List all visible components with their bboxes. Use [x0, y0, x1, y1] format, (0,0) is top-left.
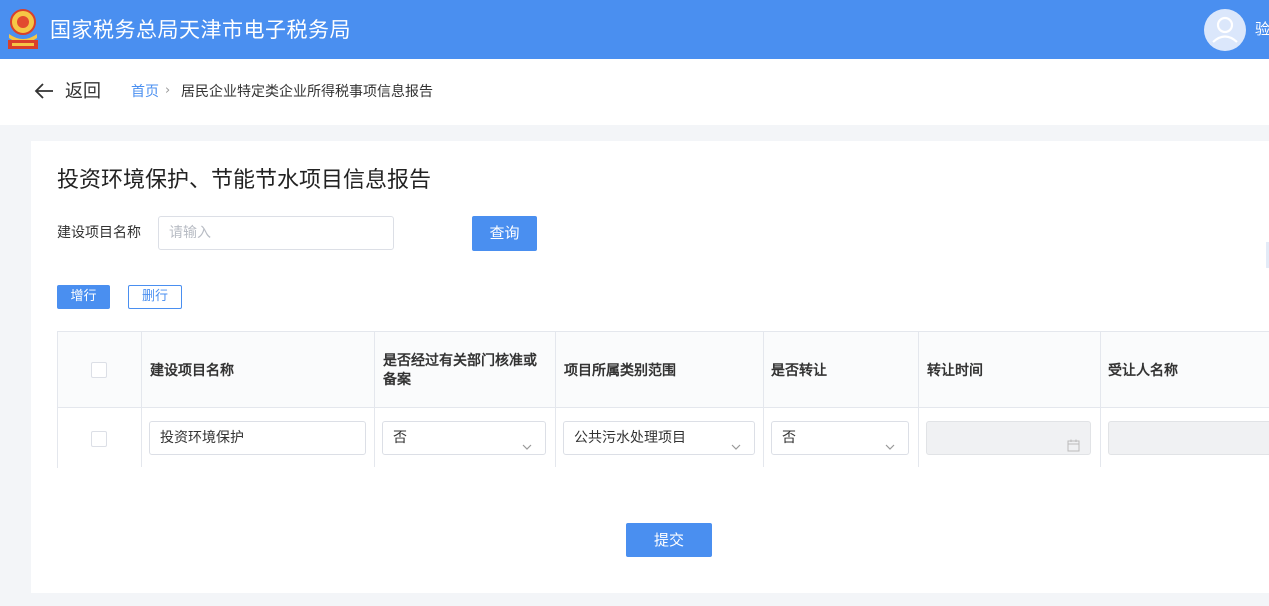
calendar-icon	[1067, 432, 1080, 452]
approved-select[interactable]: 否	[382, 421, 546, 455]
table-row: 投资环境保护 否 公共污水处理项目 否	[58, 408, 1269, 468]
chevron-down-icon	[521, 433, 533, 450]
top-header: 国家税务总局天津市电子税务局 验	[0, 0, 1269, 59]
row-checkbox[interactable]	[91, 431, 107, 447]
chevron-down-icon	[730, 433, 742, 450]
arrow-left-icon[interactable]	[33, 80, 55, 102]
user-avatar-icon[interactable]	[1204, 9, 1246, 51]
app-title: 国家税务总局天津市电子税务局	[50, 18, 351, 42]
column-header: 项目所属类别范围	[564, 363, 676, 379]
select-all-checkbox[interactable]	[91, 362, 107, 378]
column-header: 是否转让	[771, 363, 827, 379]
column-divider	[763, 332, 764, 467]
tax-emblem-icon	[4, 8, 42, 50]
column-header: 受让人名称	[1108, 363, 1178, 379]
transferred-select-value: 否	[782, 430, 796, 446]
delete-row-button[interactable]: 删行	[128, 285, 182, 309]
back-button[interactable]: 返回	[65, 80, 101, 104]
breadcrumb-current: 居民企业特定类企业所得税事项信息报告	[181, 84, 433, 100]
column-header: 是否经过有关部门核准或备案	[383, 353, 537, 388]
column-divider	[374, 332, 375, 467]
table-header-row: 建设项目名称 是否经过有关部门核准或备案 项目所属类别范围 是否转让 转让时间 …	[58, 332, 1269, 408]
category-select[interactable]: 公共污水处理项目	[563, 421, 755, 455]
approved-select-value: 否	[393, 430, 407, 446]
breadcrumb-home-link[interactable]: 首页	[131, 83, 159, 101]
column-divider	[918, 332, 919, 467]
page-title: 投资环境保护、节能节水项目信息报告	[57, 168, 432, 193]
transferred-select[interactable]: 否	[771, 421, 909, 455]
navigation-bar: 返回 首页 › 居民企业特定类企业所得税事项信息报告	[0, 59, 1269, 125]
user-name[interactable]: 验	[1255, 18, 1269, 40]
transferee-name-field	[1108, 421, 1269, 455]
transfer-time-date-picker	[926, 421, 1091, 455]
submit-button[interactable]: 提交	[626, 523, 712, 557]
project-name-search-input[interactable]	[158, 216, 394, 250]
category-select-value: 公共污水处理项目	[574, 430, 686, 446]
chevron-down-icon	[884, 433, 896, 450]
add-row-button[interactable]: 增行	[57, 285, 110, 309]
project-name-field[interactable]: 投资环境保护	[149, 421, 366, 455]
project-table: 建设项目名称 是否经过有关部门核准或备案 项目所属类别范围 是否转让 转让时间 …	[57, 331, 1269, 468]
search-label: 建设项目名称	[57, 225, 141, 241]
column-divider	[141, 332, 142, 467]
column-divider	[555, 332, 556, 467]
column-header: 建设项目名称	[150, 363, 234, 379]
column-header: 转让时间	[927, 363, 983, 379]
breadcrumb-separator: ›	[165, 83, 171, 98]
query-button[interactable]: 查询	[472, 216, 537, 251]
column-divider	[1100, 332, 1101, 467]
